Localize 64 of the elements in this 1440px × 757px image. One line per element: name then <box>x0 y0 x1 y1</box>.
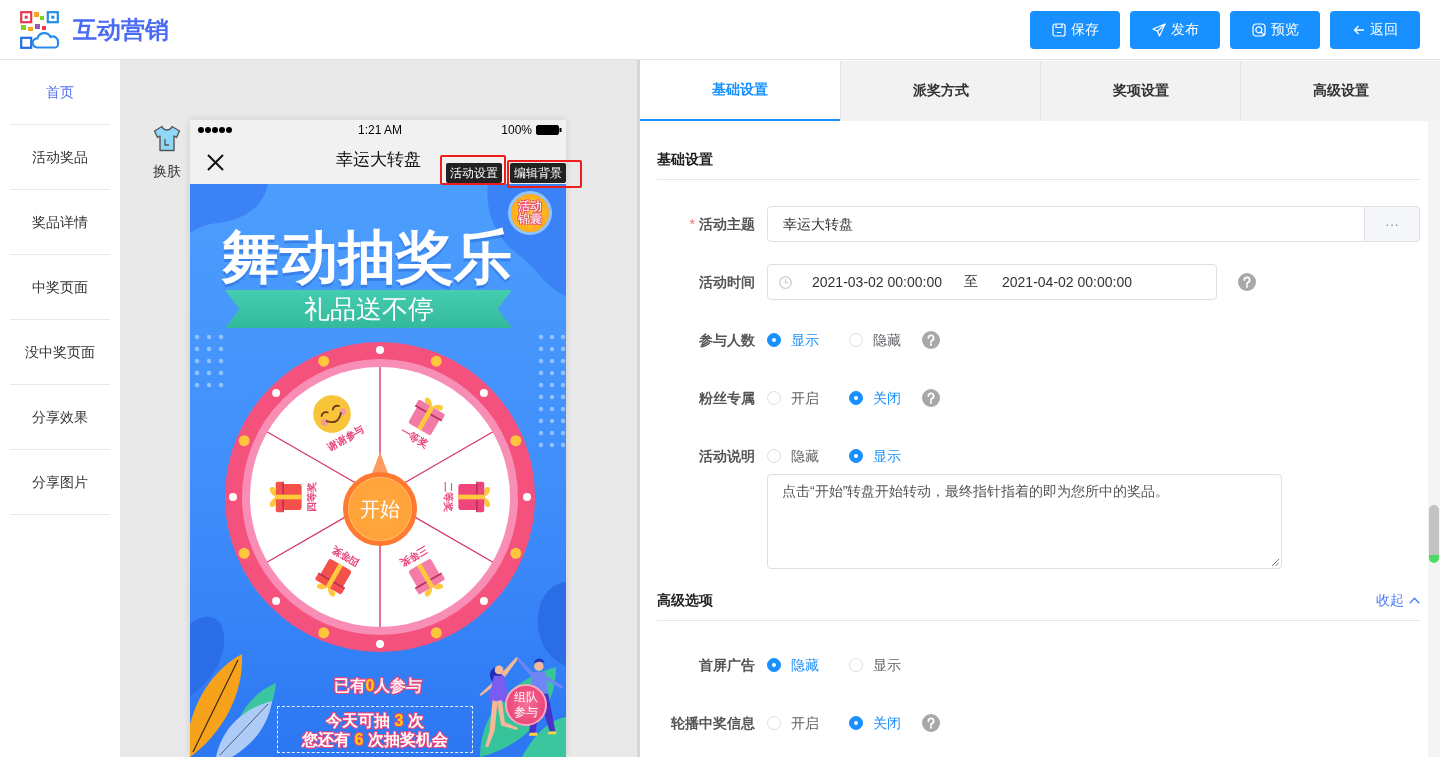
prize-label: 四等奖 <box>330 543 362 569</box>
sidebar-item[interactable]: 活动奖品 <box>10 125 110 190</box>
form-label: 参与人数 <box>699 332 755 348</box>
date-range-field[interactable]: 2021-03-02 00:00:00 至 2021-04-02 00:00:00 <box>767 264 1217 300</box>
sidebar-item[interactable]: 分享效果 <box>10 385 110 450</box>
draw-chances-text: 今天可抽 3 次 <box>326 710 424 730</box>
app-title: 互动营销 <box>73 14 169 45</box>
radio-option[interactable]: 显示 <box>849 655 901 675</box>
prize-label: 四等奖 <box>306 482 318 512</box>
shirt-icon <box>153 125 181 152</box>
battery-icon <box>536 125 562 135</box>
section-title: 基础设置 <box>657 150 713 169</box>
prize-label: 谢谢参与 <box>325 422 367 454</box>
prize-label: 三等奖 <box>398 543 430 569</box>
text-input[interactable]: 幸运大转盘 <box>767 206 1365 242</box>
leaf-decoration <box>522 717 566 757</box>
collapse-link[interactable]: 收起 <box>1376 590 1420 610</box>
close-icon[interactable] <box>207 153 224 171</box>
battery-percent: 100% <box>501 123 532 137</box>
prize-label: 二等奖 <box>442 482 454 512</box>
help-icon[interactable] <box>1238 273 1256 291</box>
start-date-input[interactable]: 2021-03-02 00:00:00 <box>812 274 942 290</box>
sidebar-item[interactable]: 首页 <box>10 60 110 125</box>
description-textarea[interactable]: 点击“开始”转盘开始转动，最终指针指着的即为您所中的奖品。 <box>767 474 1282 569</box>
sidebar-item[interactable]: 没中奖页面 <box>10 320 110 385</box>
save-icon <box>1051 22 1066 37</box>
arrow-left-icon <box>1352 23 1365 36</box>
dot-pattern-drawing <box>194 334 224 388</box>
help-icon[interactable] <box>922 331 940 349</box>
edit-tag[interactable]: 编辑背景 <box>510 163 566 183</box>
preview-icon <box>1251 22 1266 37</box>
sidebar-item[interactable]: 奖品详情 <box>10 190 110 255</box>
signal-icon <box>198 127 232 133</box>
form-label: 粉丝专属 <box>699 390 755 406</box>
range-separator: 至 <box>964 273 978 291</box>
resize-handle-icon[interactable] <box>1271 558 1279 566</box>
send-icon <box>1151 22 1166 37</box>
form-label: 活动说明 <box>699 448 755 464</box>
end-date-input[interactable]: 2021-04-02 00:00:00 <box>1002 274 1132 290</box>
sidebar-item[interactable]: 分享图片 <box>10 450 110 515</box>
feather-decoration <box>216 701 272 757</box>
help-icon[interactable] <box>922 389 940 407</box>
radio-option[interactable]: 隐藏 <box>849 330 901 350</box>
radio-option[interactable]: 开启 <box>767 713 819 733</box>
logo-icon <box>20 10 60 49</box>
form-label: 首屏广告 <box>699 657 755 673</box>
clock-icon <box>779 275 792 289</box>
radio-option[interactable]: 隐藏 <box>767 446 819 466</box>
form-label: * 活动主题 <box>689 216 755 232</box>
participants-text: 已有0人参与 <box>333 676 423 696</box>
prize-label: 一等奖 <box>398 425 430 451</box>
form-label: 轮播中奖信息 <box>671 715 755 731</box>
skin-button[interactable]: 换肤 <box>153 125 181 179</box>
sidebar-item[interactable]: 中奖页面 <box>10 255 110 320</box>
edit-tag[interactable]: 活动设置 <box>446 163 502 183</box>
page-title: 幸运大转盘 <box>335 148 421 171</box>
status-time: 1:21 AM <box>358 123 402 137</box>
help-icon[interactable] <box>922 714 940 732</box>
draw-chances-text: 您还有 6 次抽奖机会 <box>302 729 448 749</box>
scrollbar-thumb[interactable] <box>1429 505 1439 563</box>
section-title: 高级选项 <box>657 591 713 610</box>
radio-option[interactable]: 开启 <box>767 388 819 408</box>
form-label: 活动时间 <box>699 274 755 290</box>
ribbon-banner: 礼品送不停 <box>225 290 512 328</box>
